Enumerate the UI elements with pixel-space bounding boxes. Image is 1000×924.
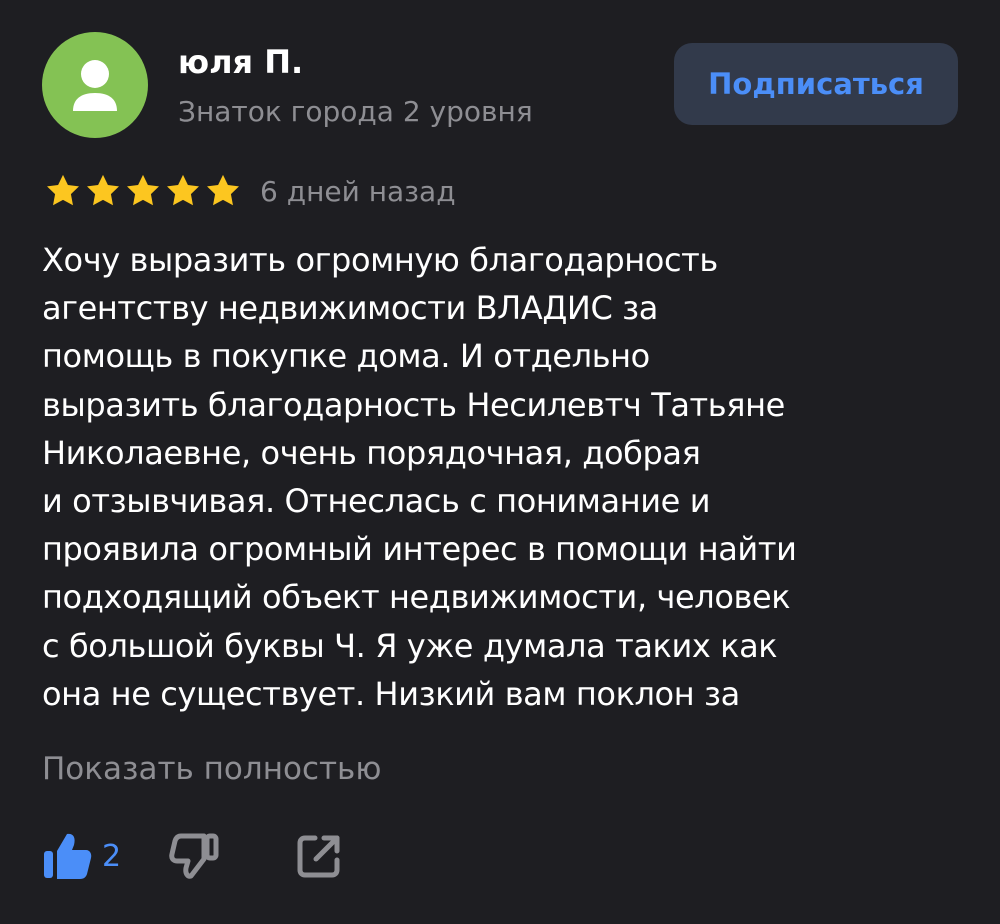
review-line: и отзывчивая. Отнеслась с понимание и — [42, 482, 711, 521]
thumbs-up-icon — [44, 833, 92, 879]
review-line: с большой буквы Ч. Я уже думала таких ка… — [42, 626, 778, 665]
author-name[interactable]: юля П. — [178, 40, 303, 84]
review-line: проявила огромный интерес в помощи найти — [42, 530, 797, 569]
review-actions: 2 — [42, 828, 343, 884]
like-button[interactable]: 2 — [42, 832, 121, 880]
show-more-link[interactable]: Показать полностью — [42, 744, 381, 794]
review-line: она не существует. Низкий вам поклон за — [42, 674, 740, 713]
user-silhouette-icon — [73, 60, 117, 111]
author-level: Знаток города 2 уровня — [178, 95, 533, 128]
subscribe-button[interactable]: Подписаться — [674, 43, 958, 125]
review-line: помощь в покупке дома. И отдельно — [42, 337, 650, 376]
review-line: Хочу выразить огромную благодарность — [42, 241, 718, 279]
like-count: 2 — [102, 838, 122, 874]
review-text: Хочу выразить огромную благодарность аге… — [42, 236, 952, 718]
star-icon — [207, 174, 239, 206]
review-line: выразить благодарность Несилевтч Татьяне — [42, 385, 785, 424]
avatar[interactable] — [42, 32, 148, 138]
review-line: Николаевне, очень порядочная, добрая — [42, 433, 701, 472]
thumbs-down-icon[interactable] — [169, 832, 219, 880]
star-icon — [87, 174, 119, 206]
star-rating — [44, 172, 244, 210]
star-icon — [167, 174, 199, 206]
rating-row: 6 дней назад — [44, 168, 456, 214]
share-icon[interactable] — [295, 832, 343, 880]
star-icon — [127, 174, 159, 206]
review-date: 6 дней назад — [260, 174, 456, 208]
review-line: подходящий объект недвижимости, человек — [42, 578, 791, 617]
review-line: агентству недвижимости ВЛАДИС за — [42, 289, 658, 328]
star-icon — [47, 174, 79, 206]
